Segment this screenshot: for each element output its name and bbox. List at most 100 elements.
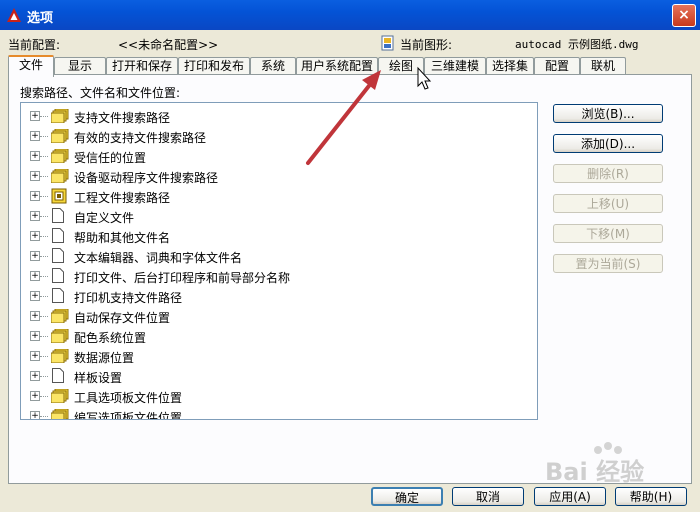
tab-plot-publish[interactable]: 打印和发布 (178, 57, 250, 75)
document-icon (52, 268, 64, 283)
tab-system[interactable]: 系统 (250, 57, 296, 75)
tree-item[interactable]: + 样板设置 (21, 366, 517, 386)
tree-item[interactable]: + 支持文件搜索路径 (21, 106, 517, 126)
tree-item[interactable]: + 数据源位置 (21, 346, 517, 366)
tab-open-save[interactable]: 打开和保存 (106, 57, 178, 75)
scroll-down-arrow-icon[interactable]: ▼ (537, 403, 538, 419)
tree-connector (40, 276, 48, 277)
folder-stack-icon (51, 129, 69, 143)
document-icon (52, 248, 64, 263)
expand-icon[interactable]: + (30, 351, 40, 361)
tree-connector (40, 376, 48, 377)
tree-item-label: 数据源位置 (74, 351, 135, 365)
tab-display[interactable]: 显示 (54, 57, 106, 75)
move-down-button[interactable]: 下移(M) (553, 224, 663, 243)
search-paths-tree[interactable]: + 支持文件搜索路径 + 有效的支持文件搜索路径 + 受信任的位置 + 设备驱动… (20, 102, 538, 420)
tree-item[interactable]: + 打印机支持文件路径 (21, 286, 517, 306)
tree-item[interactable]: + 设备驱动程序文件搜索路径 (21, 166, 517, 186)
window-title: 选项 (27, 11, 54, 26)
current-drawing-label: 当前图形: (400, 38, 453, 52)
current-drawing-value: autocad 示例图纸.dwg (515, 38, 639, 51)
expand-icon[interactable]: + (30, 151, 40, 161)
tree-connector (40, 316, 48, 317)
tab-3d-modeling[interactable]: 三维建模 (424, 57, 486, 75)
folder-stack-icon (51, 409, 69, 419)
tab-drafting[interactable]: 绘图 (378, 57, 424, 75)
tree-item[interactable]: + 配色系统位置 (21, 326, 517, 346)
scrollbar-thumb[interactable] (537, 120, 538, 290)
expand-icon[interactable]: + (30, 411, 40, 419)
expand-icon[interactable]: + (30, 111, 40, 121)
help-button[interactable]: 帮助(H) (615, 487, 687, 506)
folder-stack-icon (51, 309, 69, 323)
tab-profiles[interactable]: 配置 (534, 57, 580, 75)
expand-icon[interactable]: + (30, 291, 40, 301)
expand-icon[interactable]: + (30, 211, 40, 221)
tree-scrollbar[interactable]: ▲ ▼ (537, 103, 538, 419)
document-icon (52, 288, 64, 303)
add-button[interactable]: 添加(D)... (553, 134, 663, 153)
scroll-up-arrow-icon[interactable]: ▲ (537, 103, 538, 119)
move-up-button[interactable]: 上移(U) (553, 194, 663, 213)
tree-item-label: 工具选项板文件位置 (74, 391, 183, 405)
tree-item[interactable]: + 工具选项板文件位置 (21, 386, 517, 406)
folder-stack-icon (51, 169, 69, 183)
title-bar: 选项 × (0, 0, 700, 30)
ok-button[interactable]: 确定 (371, 487, 443, 506)
document-icon (52, 228, 64, 243)
tree-item[interactable]: + 受信任的位置 (21, 146, 517, 166)
tree-item-label: 编写选项板文件位置 (74, 411, 183, 420)
expand-icon[interactable]: + (30, 371, 40, 381)
tree-item-label: 样板设置 (74, 371, 123, 385)
tree-item[interactable]: + 自定义文件 (21, 206, 517, 226)
tab-user-preferences[interactable]: 用户系统配置 (296, 57, 378, 75)
tree-item[interactable]: + 工程文件搜索路径 (21, 186, 517, 206)
tree-connector (40, 116, 48, 117)
expand-icon[interactable]: + (30, 131, 40, 141)
tree-connector (40, 136, 48, 137)
tree-item[interactable]: + 文本编辑器、词典和字体文件名 (21, 246, 517, 266)
folder-stack-icon (51, 389, 69, 403)
expand-icon[interactable]: + (30, 331, 40, 341)
tree-item[interactable]: + 有效的支持文件搜索路径 (21, 126, 517, 146)
folder-stack-icon (51, 109, 69, 123)
tree-connector (40, 236, 48, 237)
expand-icon[interactable]: + (30, 231, 40, 241)
tree-connector (40, 296, 48, 297)
document-icon (52, 208, 64, 223)
cancel-button[interactable]: 取消 (452, 487, 524, 506)
tab-files[interactable]: 文件 (8, 55, 54, 77)
autocad-app-icon (7, 8, 21, 22)
folder-stack-icon (51, 349, 69, 363)
watermark-text: Bai 经验 (545, 458, 645, 486)
expand-icon[interactable]: + (30, 171, 40, 181)
search-paths-label: 搜索路径、文件名和文件位置: (20, 86, 181, 100)
expand-icon[interactable]: + (30, 191, 40, 201)
tab-online[interactable]: 联机 (580, 57, 626, 75)
tree-item-label: 打印机支持文件路径 (74, 291, 183, 305)
tree-item[interactable]: + 帮助和其他文件名 (21, 226, 517, 246)
tree-item-label: 自动保存文件位置 (74, 311, 171, 325)
browse-button[interactable]: 浏览(B)... (553, 104, 663, 123)
tab-selection[interactable]: 选择集 (486, 57, 534, 75)
remove-button[interactable]: 删除(R) (553, 164, 663, 183)
expand-icon[interactable]: + (30, 311, 40, 321)
apply-button[interactable]: 应用(A) (534, 487, 606, 506)
close-button[interactable]: × (672, 4, 696, 27)
tree-connector (40, 396, 48, 397)
project-icon (51, 188, 67, 204)
tree-item-label: 文本编辑器、词典和字体文件名 (74, 251, 243, 265)
set-current-button[interactable]: 置为当前(S) (553, 254, 663, 273)
tree-connector (40, 156, 48, 157)
tree-item-label: 帮助和其他文件名 (74, 231, 171, 245)
tree-connector (40, 196, 48, 197)
tree-connector (40, 416, 48, 417)
tree-item[interactable]: + 打印文件、后台打印程序和前导部分名称 (21, 266, 517, 286)
tree-connector (40, 336, 48, 337)
document-icon (52, 368, 64, 383)
expand-icon[interactable]: + (30, 391, 40, 401)
expand-icon[interactable]: + (30, 251, 40, 261)
expand-icon[interactable]: + (30, 271, 40, 281)
tree-item[interactable]: + 自动保存文件位置 (21, 306, 517, 326)
tree-item[interactable]: + 编写选项板文件位置 (21, 406, 517, 420)
